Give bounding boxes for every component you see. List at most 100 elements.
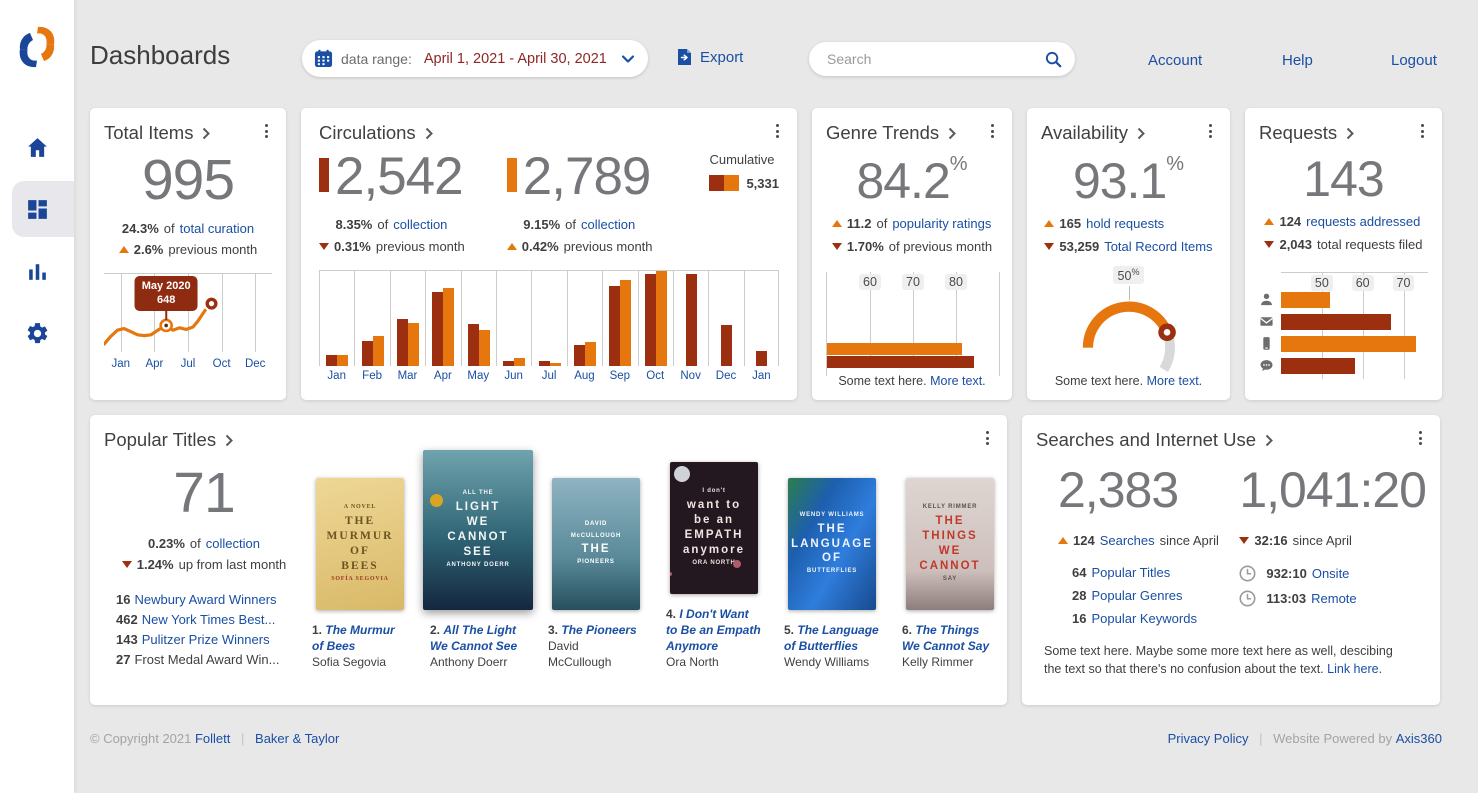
- bar-previous: [756, 351, 767, 366]
- total-record-items-link[interactable]: Total Record Items: [1104, 237, 1212, 257]
- book-cover[interactable]: KELLY RIMMERTHETHINGSWECANNOTSAY: [906, 478, 994, 610]
- more-text-link[interactable]: More text.: [930, 374, 986, 388]
- more-text-link[interactable]: More text.: [1147, 374, 1203, 388]
- orange-series-swatch: [507, 158, 517, 192]
- book-cover[interactable]: I don'twant tobe anEMPATHanymoreORA NORT…: [670, 462, 758, 594]
- nav-link-help[interactable]: Help: [1282, 52, 1313, 69]
- cover-text-line: PIONEERS: [577, 559, 614, 567]
- kebab-menu[interactable]: [1412, 431, 1428, 449]
- date-range-picker[interactable]: data range: April 1, 2021 - April 30, 20…: [302, 40, 648, 77]
- link-here[interactable]: Link here: [1327, 662, 1378, 676]
- bar-pair: [708, 270, 743, 366]
- axis360-link[interactable]: Axis360: [1396, 731, 1442, 746]
- book-item: A NOVELTHEMURMUROFBEESSOFÍA SEGOVIA 1. T…: [304, 478, 416, 671]
- book-cover[interactable]: DAVIDMcCULLOUGHTHEPIONEERS: [552, 478, 640, 610]
- cover-text-line: ORA NORTH: [692, 560, 735, 568]
- book-title-link[interactable]: The Murmur of Bees: [312, 623, 395, 653]
- kebab-menu[interactable]: [984, 124, 1000, 142]
- time-stat-item: 932:10Onsite: [1239, 565, 1426, 582]
- x-axis-label: Sep: [602, 366, 637, 382]
- kebab-menu[interactable]: [1202, 124, 1218, 142]
- requests-addressed-link[interactable]: requests addressed: [1306, 212, 1420, 232]
- chevron-right-icon[interactable]: [1265, 434, 1274, 447]
- book-title-link[interactable]: The Language of Butterflies: [784, 623, 879, 653]
- hbar-row: [1281, 333, 1428, 355]
- sidebar-item-home[interactable]: [0, 118, 74, 176]
- book-cover[interactable]: ALL THELIGHTWECANNOTSEEANTHONY DOERR: [423, 450, 533, 610]
- award-list-item: 143Pulitzer Prize Winners: [116, 630, 304, 650]
- nav-link-account[interactable]: Account: [1148, 52, 1202, 69]
- bar-pair: [602, 270, 637, 366]
- total-items-line-chart: JanAprJulOctDecMay 2020648: [104, 273, 272, 370]
- book-cover[interactable]: WENDY WILLIAMSTHELANGUAGEOFBUTTERFLIES: [788, 478, 876, 610]
- export-button[interactable]: Export: [675, 48, 743, 66]
- cover-text-line: WENDY WILLIAMS: [800, 512, 865, 520]
- cover-text-line: DAVID: [585, 521, 607, 529]
- search-input[interactable]: [825, 50, 1044, 68]
- book-author: Sofia Segovia: [312, 654, 408, 670]
- chevron-right-icon[interactable]: [1346, 127, 1355, 140]
- brand-logo-icon: [17, 24, 57, 70]
- hold-requests-link[interactable]: hold requests: [1086, 214, 1164, 234]
- book-title-link[interactable]: All The Light We Cannot See: [430, 623, 517, 653]
- book-title-link[interactable]: The Pioneers: [561, 623, 636, 637]
- cover-text-line: CANNOT: [919, 559, 980, 574]
- book-item: WENDY WILLIAMSTHELANGUAGEOFBUTTERFLIES 5…: [776, 478, 888, 671]
- search-bar: [809, 42, 1075, 76]
- kebab-menu[interactable]: [1414, 124, 1430, 142]
- award-link[interactable]: Pulitzer Prize Winners: [142, 632, 270, 647]
- book-title-link[interactable]: The Things We Cannot Say: [902, 623, 989, 653]
- tick-label: 60: [859, 274, 881, 290]
- remote-link[interactable]: Remote: [1311, 591, 1357, 606]
- total-curation-link[interactable]: total curation: [180, 219, 254, 239]
- hbar-row: [1281, 311, 1428, 333]
- nav-link-logout[interactable]: Logout: [1391, 52, 1437, 69]
- kebab-menu[interactable]: [979, 431, 995, 449]
- collection-link[interactable]: collection: [393, 215, 447, 235]
- page-title: Dashboards: [90, 40, 230, 71]
- chevron-right-icon[interactable]: [1137, 127, 1146, 140]
- popular-titles-link[interactable]: Popular Titles: [1091, 565, 1170, 580]
- award-link[interactable]: New York Times Best...: [142, 612, 276, 627]
- kebab-menu[interactable]: [769, 124, 785, 142]
- chevron-right-icon[interactable]: [202, 127, 211, 140]
- hbar-row: [1281, 289, 1428, 311]
- onsite-link[interactable]: Onsite: [1312, 566, 1350, 581]
- x-axis-label: Oct: [213, 358, 231, 370]
- chevron-right-icon[interactable]: [225, 434, 234, 447]
- requests-value: 143: [1259, 154, 1428, 204]
- up-triangle-icon: [119, 246, 129, 253]
- collection-link[interactable]: collection: [581, 215, 635, 235]
- search-icon[interactable]: [1044, 50, 1063, 69]
- collection-link[interactable]: collection: [206, 534, 260, 554]
- bar-current: [337, 355, 348, 366]
- book-title-link[interactable]: I Don't Want to Be an Empath Anymore: [666, 607, 761, 653]
- sidebar-item-dashboards[interactable]: [0, 180, 74, 238]
- popularity-ratings-link[interactable]: popularity ratings: [892, 214, 991, 234]
- cover-text-line: THINGS: [922, 529, 977, 544]
- sidebar-item-reports[interactable]: [0, 242, 74, 300]
- down-triangle-icon: [1239, 537, 1249, 544]
- kebab-menu[interactable]: [258, 124, 274, 142]
- cover-text-line: THE: [345, 514, 375, 529]
- chevron-down-icon[interactable]: [620, 51, 636, 67]
- popular-genres-link[interactable]: Popular Genres: [1091, 588, 1182, 603]
- card-footnote: Some text here. More text.: [812, 374, 1012, 388]
- footer-right: Privacy Policy | Website Powered by Axis…: [1168, 731, 1442, 746]
- award-link[interactable]: Newbury Award Winners: [134, 592, 276, 607]
- cover-text-line: SEE: [463, 545, 492, 560]
- sidebar-item-settings[interactable]: [0, 304, 74, 362]
- bar-group: Sep: [602, 270, 637, 382]
- baker-taylor-link[interactable]: Baker & Taylor: [255, 731, 339, 746]
- popular-keywords-link[interactable]: Popular Keywords: [1091, 611, 1197, 626]
- bar-pair: [354, 270, 389, 366]
- book-cover[interactable]: A NOVELTHEMURMUROFBEESSOFÍA SEGOVIA: [316, 478, 404, 610]
- chevron-right-icon[interactable]: [948, 127, 957, 140]
- privacy-policy-link[interactable]: Privacy Policy: [1168, 731, 1249, 746]
- hbar-rows: [1281, 289, 1428, 377]
- chevron-right-icon[interactable]: [425, 127, 434, 140]
- searches-link[interactable]: Searches: [1100, 531, 1155, 551]
- follett-link[interactable]: Follett: [195, 731, 230, 746]
- cover-text-line: OF: [350, 544, 370, 559]
- x-axis-label: Dec: [708, 366, 743, 382]
